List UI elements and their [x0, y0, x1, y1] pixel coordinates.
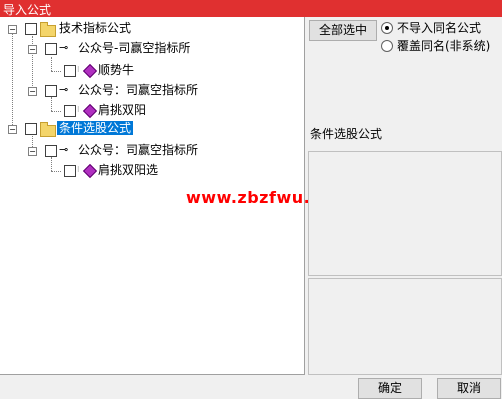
tree-node-group[interactable]: − ⊸ 公众号-司赢空指标所	[0, 41, 220, 57]
tree-node-label: 公众号：司赢空指标所	[78, 83, 199, 97]
tree-node-label: 公众号-司赢空指标所	[78, 41, 191, 55]
key-icon: ⊸	[59, 143, 69, 156]
folder-icon	[40, 22, 56, 37]
tree-node-tech-formulas[interactable]: − 技术指标公式	[0, 21, 200, 37]
title-bar: 导入公式	[0, 0, 502, 17]
info-label: 条件选股公式	[310, 127, 383, 141]
key-icon: ⊸	[59, 41, 69, 54]
key-icon: ⊸	[59, 83, 69, 96]
radio-no-import[interactable]	[381, 22, 393, 34]
ok-button[interactable]: 确定	[358, 378, 422, 399]
tree-node-formula[interactable]: ⁝ 顺势牛	[0, 63, 200, 79]
radio-overwrite-label: 覆盖同名(非系统)	[397, 39, 491, 53]
checkbox[interactable]	[45, 43, 57, 55]
checkbox[interactable]	[25, 23, 37, 35]
tree-node-label: 顺势牛	[98, 63, 135, 77]
formula-gem-icon	[82, 163, 98, 179]
checkbox[interactable]	[45, 85, 57, 97]
info-panel-top	[308, 151, 502, 276]
collapse-toggle[interactable]: −	[28, 87, 37, 96]
tree-node-label: 肩挑双阳	[98, 103, 147, 117]
checkbox[interactable]	[25, 123, 37, 135]
checkbox[interactable]	[64, 105, 76, 117]
collapse-toggle[interactable]: −	[8, 125, 17, 134]
formula-gem-icon	[82, 63, 98, 79]
tree-node-label: 技术指标公式	[59, 21, 132, 35]
tree-node-label: 公众号：司赢空指标所	[78, 143, 199, 157]
tree-node-group[interactable]: − ⊸ 公众号：司赢空指标所	[0, 143, 220, 159]
checkbox[interactable]	[64, 165, 76, 177]
info-panel-bottom	[308, 278, 502, 375]
tree-node-screening-formulas[interactable]: − 条件选股公式	[0, 121, 200, 137]
folder-icon	[40, 122, 56, 137]
collapse-toggle[interactable]: −	[8, 25, 17, 34]
tree-node-label: 肩挑双阳选	[98, 163, 159, 177]
cancel-button[interactable]: 取消	[437, 378, 501, 399]
formula-gem-icon	[82, 103, 98, 119]
collapse-toggle[interactable]: −	[28, 147, 37, 156]
collapse-toggle[interactable]: −	[28, 45, 37, 54]
tree-node-formula[interactable]: ⁝ 肩挑双阳选	[0, 163, 200, 179]
select-all-button[interactable]: 全部选中	[309, 20, 377, 41]
tree-node-label: 条件选股公式	[57, 121, 134, 135]
tree-node-group[interactable]: − ⊸ 公众号：司赢空指标所	[0, 83, 220, 99]
checkbox[interactable]	[64, 65, 76, 77]
radio-no-import-label: 不导入同名公式	[397, 21, 482, 35]
checkbox[interactable]	[45, 145, 57, 157]
radio-overwrite[interactable]	[381, 40, 393, 52]
window-title: 导入公式	[3, 3, 52, 17]
tree-node-formula[interactable]: ⁝ 肩挑双阳	[0, 103, 200, 119]
